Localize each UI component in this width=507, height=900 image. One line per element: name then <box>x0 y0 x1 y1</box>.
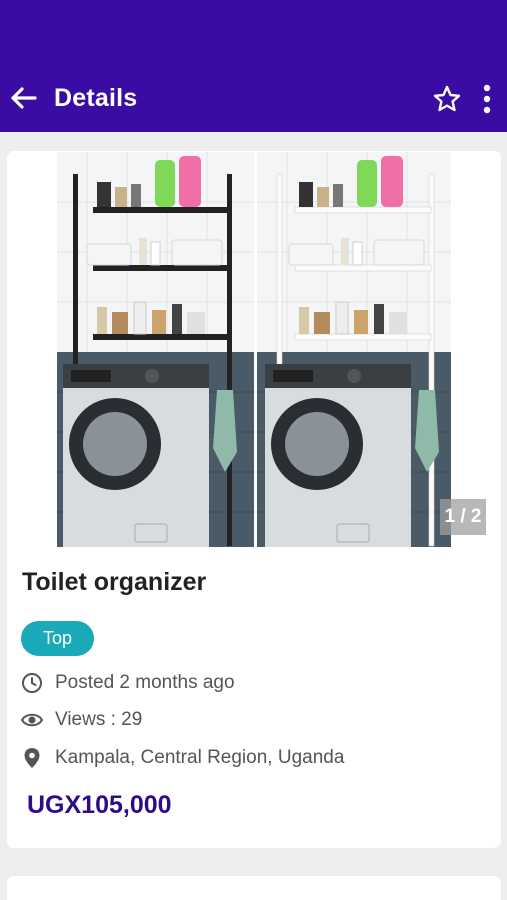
product-image-black-shelf <box>57 152 254 547</box>
map-pin-icon <box>21 747 43 769</box>
listing-card: 1 / 2 Toilet organizer Top Posted 2 mont… <box>7 151 501 848</box>
eye-icon <box>21 709 43 731</box>
posted-text: Posted 2 months ago <box>55 672 235 693</box>
views-row: Views : 29 <box>21 707 142 733</box>
location-text: Kampala, Central Region, Uganda <box>55 747 345 768</box>
location-row: Kampala, Central Region, Uganda <box>21 745 344 771</box>
favorite-star-icon[interactable] <box>432 84 462 114</box>
views-text: Views : 29 <box>55 709 143 730</box>
page-title: Details <box>54 84 138 112</box>
top-badge: Top <box>21 621 94 656</box>
listing-title: Toilet organizer <box>22 568 207 596</box>
posted-row: Posted 2 months ago <box>21 670 235 696</box>
product-image-gallery[interactable] <box>57 152 451 547</box>
price: UGX105,000 <box>27 791 172 819</box>
product-image-white-shelf <box>257 152 451 547</box>
back-arrow-icon[interactable] <box>8 82 40 114</box>
clock-icon <box>21 672 43 694</box>
app-bar: Details <box>0 0 507 132</box>
more-vertical-icon[interactable] <box>478 84 496 114</box>
next-section-card <box>7 876 501 900</box>
image-counter: 1 / 2 <box>440 499 486 535</box>
